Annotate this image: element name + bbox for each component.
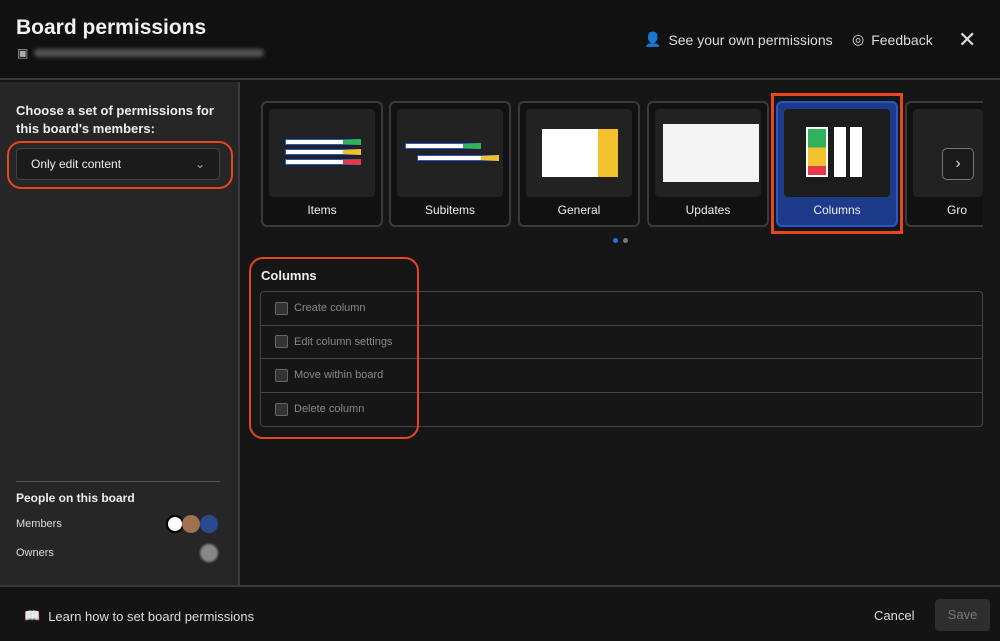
card-columns[interactable]: Columns xyxy=(776,101,898,227)
permission-dropdown[interactable]: Only edit content ⌄ xyxy=(16,148,220,180)
columns-permissions-list: Create column Edit column settings Move … xyxy=(260,291,983,427)
save-button[interactable]: Save xyxy=(935,599,990,631)
columns-title: Columns xyxy=(261,268,317,283)
see-permissions-button[interactable]: 👤 See your own permissions xyxy=(644,31,833,48)
chevron-down-icon: ⌄ xyxy=(194,157,205,171)
card-general[interactable]: General xyxy=(518,101,640,227)
board-name: ▣ xyxy=(17,46,265,60)
carousel-next-button[interactable]: › xyxy=(942,148,974,180)
board-icon: ▣ xyxy=(17,46,29,60)
blurred-board-name xyxy=(34,49,265,57)
checkbox[interactable] xyxy=(275,301,288,315)
card-items[interactable]: Items xyxy=(261,101,383,227)
checkbox[interactable] xyxy=(275,402,288,416)
checkbox[interactable] xyxy=(275,368,288,382)
cancel-button[interactable]: Cancel xyxy=(874,608,914,623)
permission-row[interactable]: Edit column settings xyxy=(261,326,982,359)
avatar[interactable] xyxy=(200,544,218,562)
subitems-illustration xyxy=(397,109,503,197)
checkbox[interactable] xyxy=(275,335,288,349)
avatar[interactable] xyxy=(200,515,218,533)
owners-label: Owners xyxy=(16,547,54,559)
choose-label: Choose a set of permissions for this boa… xyxy=(16,103,214,136)
general-illustration xyxy=(526,109,632,197)
dropdown-value: Only edit content xyxy=(31,157,122,171)
permission-row[interactable]: Create column xyxy=(261,292,982,326)
card-label: Items xyxy=(307,203,337,217)
permission-label: Edit column settings xyxy=(294,335,393,348)
columns-illustration xyxy=(784,109,890,197)
permission-label: Delete column xyxy=(294,403,365,416)
user-lock-icon: 👤 xyxy=(644,31,662,47)
card-subitems[interactable]: Subitems xyxy=(389,101,511,227)
carousel-dot[interactable] xyxy=(623,238,628,243)
card-label: General xyxy=(557,203,601,217)
updates-illustration xyxy=(655,109,761,197)
card-label: Gro xyxy=(947,203,968,217)
permission-label: Move within board xyxy=(294,369,384,382)
permission-label: Create column xyxy=(294,302,366,315)
see-permissions-label: See your own permissions xyxy=(668,31,833,48)
feedback-icon: ◎ xyxy=(852,31,865,47)
members-label: Members xyxy=(16,518,62,530)
feedback-label: Feedback xyxy=(871,31,933,48)
card-label: Subitems xyxy=(424,203,476,217)
page-title: Board permissions xyxy=(16,16,207,39)
learn-label: Learn how to set board permissions xyxy=(48,608,255,624)
card-updates[interactable]: Updates xyxy=(647,101,769,227)
card-label: Columns xyxy=(813,203,861,217)
footer: 📖 Learn how to set board permissions Canc… xyxy=(0,585,1000,641)
permission-row[interactable]: Move within board xyxy=(261,359,982,393)
book-icon: 📖 xyxy=(24,608,41,623)
people-title: People on this board xyxy=(16,491,135,505)
header: Board permissions ▣ 👤 See your own permis… xyxy=(0,0,1000,80)
left-panel: Choose a set of permissions for this boa… xyxy=(0,82,240,585)
avatar[interactable] xyxy=(182,515,200,533)
divider xyxy=(16,481,220,482)
items-illustration xyxy=(269,109,375,197)
carousel-dot-active[interactable] xyxy=(613,238,618,243)
permission-row[interactable]: Delete column xyxy=(261,393,982,427)
close-icon[interactable]: ✕ xyxy=(958,27,976,53)
learn-link[interactable]: 📖 Learn how to set board permissions xyxy=(24,608,254,624)
card-label: Updates xyxy=(685,203,731,217)
feedback-button[interactable]: ◎ Feedback xyxy=(852,31,933,48)
